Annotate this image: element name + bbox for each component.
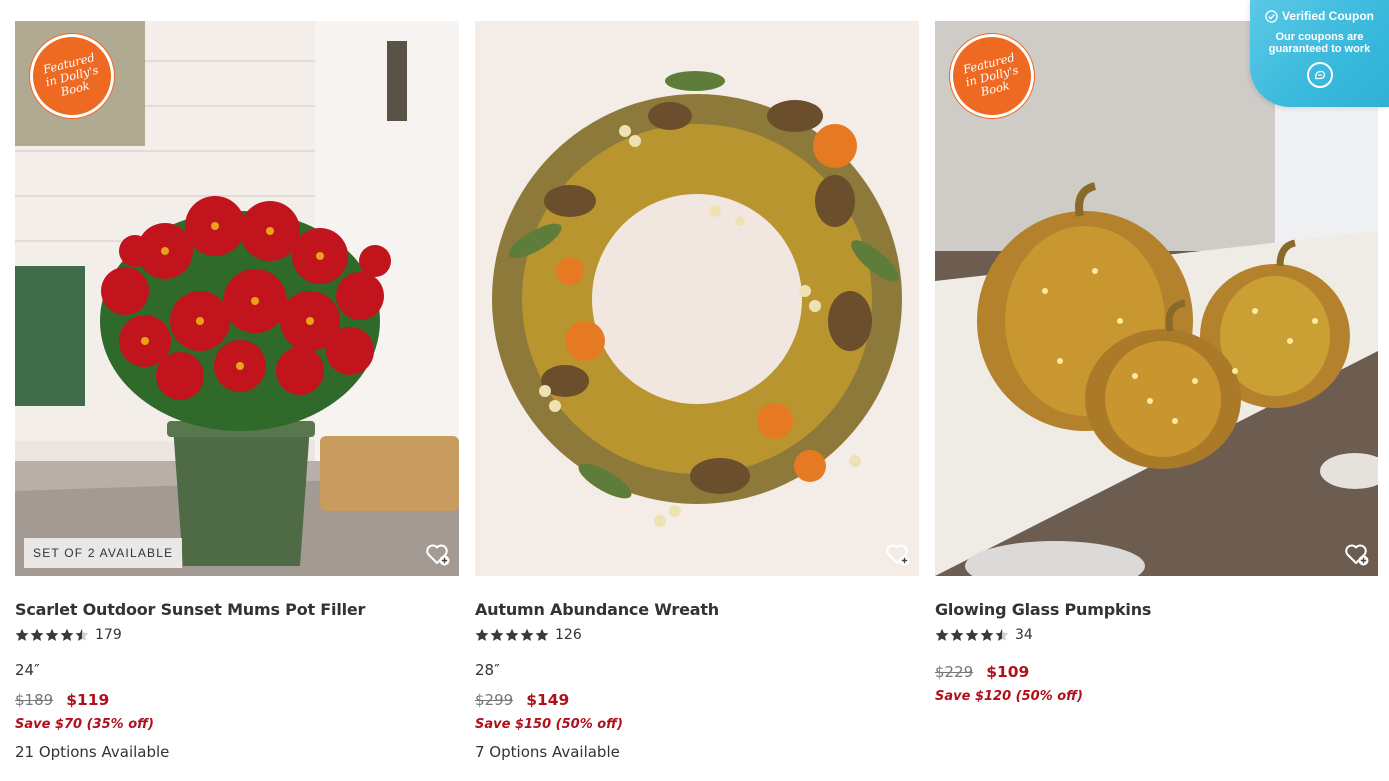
set-available-tag: SET OF 2 AVAILABLE bbox=[24, 538, 183, 568]
price-row: $299 $149 bbox=[475, 691, 919, 709]
options-available[interactable]: 7 Options Available bbox=[475, 743, 919, 761]
product-image[interactable]: Featured in Dolly's Book SET OF 2 AVAILA… bbox=[15, 21, 459, 576]
product-title[interactable]: Scarlet Outdoor Sunset Mums Pot Filler bbox=[15, 600, 459, 619]
sale-price: $109 bbox=[986, 663, 1030, 681]
star-rating bbox=[15, 628, 89, 642]
review-count: 126 bbox=[555, 627, 582, 643]
coupon-logo-icon[interactable] bbox=[1306, 62, 1333, 88]
coupon-header: Verified Coupon bbox=[1250, 9, 1389, 23]
savings-text: Save $120 (50% off) bbox=[935, 689, 1083, 704]
sale-price: $119 bbox=[66, 691, 110, 709]
star-icon bbox=[535, 628, 549, 641]
review-count: 179 bbox=[95, 627, 122, 643]
savings-text: Save $70 (35% off) bbox=[15, 717, 154, 732]
star-icon bbox=[505, 628, 519, 641]
star-icon bbox=[490, 628, 504, 641]
check-circle-icon bbox=[1265, 9, 1278, 23]
star-icon bbox=[60, 628, 74, 641]
sale-price: $149 bbox=[526, 691, 570, 709]
product-size: 28″ bbox=[475, 661, 500, 679]
price-row: $229 $109 bbox=[935, 663, 1378, 681]
star-icon bbox=[980, 628, 994, 641]
star-icon bbox=[935, 628, 949, 641]
star-rating bbox=[475, 628, 549, 642]
product-card[interactable]: Featured in Dolly's Book Glowing Glass P… bbox=[935, 21, 1378, 761]
star-icon bbox=[75, 628, 89, 641]
star-icon bbox=[475, 628, 489, 641]
coupon-title: Verified Coupon bbox=[1281, 9, 1374, 23]
heart-plus-icon[interactable] bbox=[1344, 541, 1370, 567]
coupon-subtitle: Our coupons are guaranteed to work bbox=[1268, 31, 1371, 55]
original-price: $229 bbox=[935, 663, 974, 681]
verified-coupon-widget[interactable]: Verified Coupon Our coupons are guarante… bbox=[1250, 0, 1389, 107]
product-title[interactable]: Glowing Glass Pumpkins bbox=[935, 600, 1378, 619]
star-icon bbox=[950, 628, 964, 641]
savings-text: Save $150 (50% off) bbox=[475, 717, 623, 732]
review-count: 34 bbox=[1015, 627, 1033, 643]
original-price: $189 bbox=[15, 691, 54, 709]
options-available[interactable]: 21 Options Available bbox=[15, 743, 459, 761]
product-size: 24″ bbox=[15, 661, 40, 679]
wreath-photo bbox=[475, 21, 919, 576]
star-icon bbox=[965, 628, 979, 641]
star-icon bbox=[520, 628, 534, 641]
heart-plus-icon[interactable] bbox=[425, 541, 451, 567]
star-icon bbox=[995, 628, 1009, 641]
original-price: $299 bbox=[475, 691, 514, 709]
product-card[interactable]: Autumn Abundance Wreath 126 28″ $299 $14… bbox=[475, 21, 919, 761]
product-rating[interactable]: 126 bbox=[475, 627, 919, 643]
product-image[interactable] bbox=[475, 21, 919, 576]
price-row: $189 $119 bbox=[15, 691, 459, 709]
star-icon bbox=[45, 628, 59, 641]
star-icon bbox=[30, 628, 44, 641]
product-grid: Featured in Dolly's Book SET OF 2 AVAILA… bbox=[15, 21, 1378, 761]
product-rating[interactable]: 34 bbox=[935, 627, 1378, 643]
heart-plus-icon[interactable] bbox=[885, 541, 911, 567]
product-title[interactable]: Autumn Abundance Wreath bbox=[475, 600, 919, 619]
product-rating[interactable]: 179 bbox=[15, 627, 459, 643]
star-rating bbox=[935, 628, 1009, 642]
product-card[interactable]: Featured in Dolly's Book SET OF 2 AVAILA… bbox=[15, 21, 459, 761]
star-icon bbox=[15, 628, 29, 641]
